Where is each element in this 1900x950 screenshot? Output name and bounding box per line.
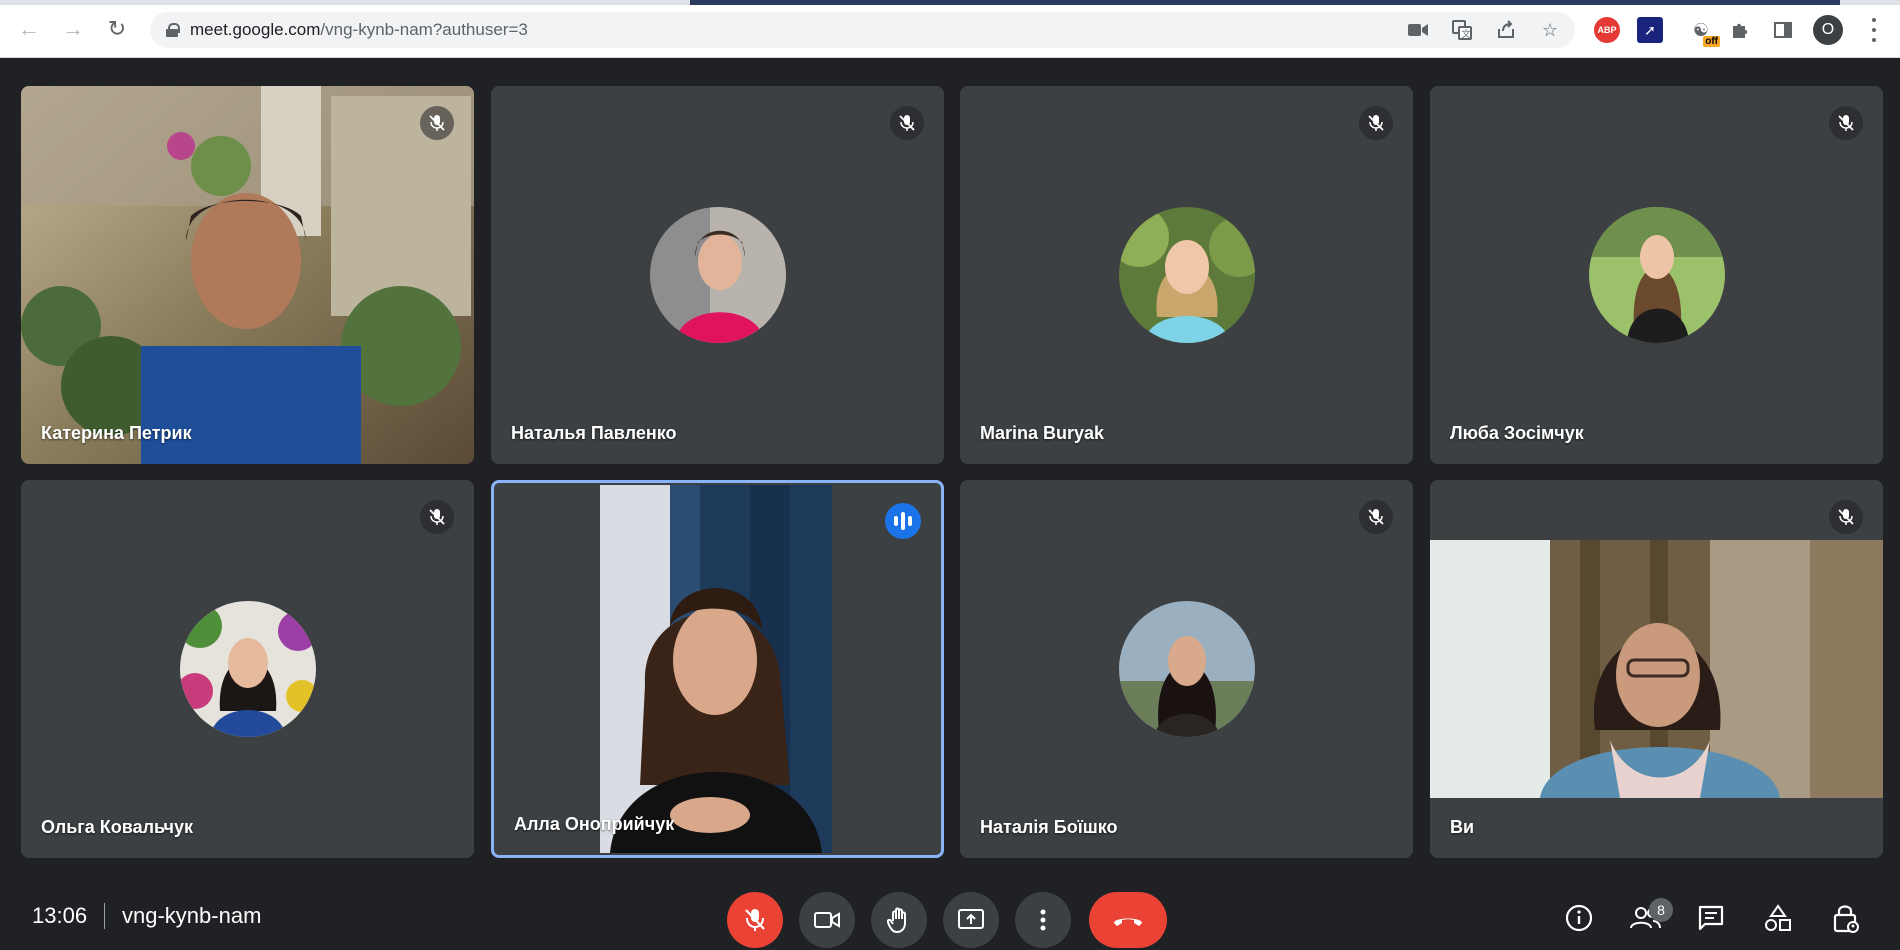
extension-off-badge: off xyxy=(1703,36,1720,47)
chat-icon xyxy=(1698,905,1724,931)
participant-video xyxy=(21,86,474,464)
participant-avatar xyxy=(649,207,786,343)
participant-avatar xyxy=(1118,601,1255,737)
cursor-extension-icon[interactable]: ➚ xyxy=(1637,17,1663,43)
participant-name: Ви xyxy=(1450,817,1475,837)
participant-tile[interactable]: Катерина Петрик xyxy=(21,86,474,464)
mic-off-icon xyxy=(1829,500,1863,534)
activities-icon xyxy=(1765,904,1791,931)
participant-tile-speaking[interactable]: Алла Оноприйчук xyxy=(491,480,944,858)
participant-name: Люба Зосімчук xyxy=(1450,423,1584,443)
hand-icon xyxy=(887,907,906,933)
leave-call-button[interactable] xyxy=(1089,892,1167,948)
share-icon[interactable] xyxy=(1494,18,1518,42)
speaking-indicator-icon xyxy=(885,503,921,539)
raise-hand-button[interactable] xyxy=(871,892,927,948)
participant-name: Наталія Боїшко xyxy=(980,817,1118,837)
participant-video xyxy=(600,485,832,853)
tab-strip xyxy=(0,0,1900,5)
participant-avatar xyxy=(1588,207,1725,343)
more-vert-icon xyxy=(1040,909,1046,931)
activities-button[interactable] xyxy=(1758,898,1798,938)
divider xyxy=(104,903,105,929)
participant-tile[interactable]: Наталья Павленко xyxy=(491,86,944,464)
chat-button[interactable] xyxy=(1691,898,1731,938)
mic-off-icon xyxy=(745,909,765,931)
extensions-puzzle-icon[interactable] xyxy=(1727,17,1753,43)
mic-off-icon xyxy=(420,106,454,140)
present-icon xyxy=(958,909,984,929)
translate-icon[interactable]: 文 xyxy=(1450,18,1474,42)
toggle-microphone-button[interactable] xyxy=(727,892,783,948)
hang-up-icon xyxy=(1114,918,1142,926)
self-tile[interactable]: Ви xyxy=(1430,480,1883,858)
toggle-camera-button[interactable] xyxy=(799,892,855,948)
mic-off-icon xyxy=(1359,500,1393,534)
people-button[interactable]: 8 xyxy=(1625,898,1673,938)
meeting-controls-bar: 13:06 vng-kynb-nam 8 xyxy=(0,880,1900,950)
participant-tile[interactable]: Люба Зосімчук xyxy=(1430,86,1883,464)
more-options-button[interactable] xyxy=(1015,892,1071,948)
present-screen-button[interactable] xyxy=(943,892,999,948)
meeting-clock: 13:06 xyxy=(32,903,88,928)
mic-off-icon xyxy=(420,500,454,534)
participant-name: Катерина Петрик xyxy=(41,423,192,443)
participant-name: Ольга Ковальчук xyxy=(41,817,193,837)
browser-menu-icon[interactable] xyxy=(1870,18,1878,42)
ghost-extension-icon[interactable]: ☯ off xyxy=(1688,17,1720,47)
profile-avatar[interactable]: O xyxy=(1813,15,1843,45)
participant-avatar xyxy=(1118,207,1255,343)
participant-tile[interactable]: Наталія Боїшко xyxy=(960,480,1413,858)
info-icon xyxy=(1565,904,1593,932)
side-panel-icon[interactable] xyxy=(1770,17,1796,43)
participant-tile[interactable]: Ольга Ковальчук xyxy=(21,480,474,858)
lock-person-icon xyxy=(1833,905,1859,933)
camera-in-use-icon[interactable] xyxy=(1406,18,1430,42)
participant-name: Алла Оноприйчук xyxy=(514,814,675,834)
meeting-code: vng-kynb-nam xyxy=(122,903,262,928)
active-tab-highlight xyxy=(690,0,1840,5)
camera-icon xyxy=(814,912,840,928)
bookmark-star-icon[interactable]: ☆ xyxy=(1538,18,1562,42)
url-path: /vng-kynb-nam?authuser=3 xyxy=(320,20,528,39)
url-host: meet.google.com xyxy=(190,20,321,39)
address-bar[interactable]: meet.google.com/vng-kynb-nam?authuser=3 xyxy=(150,12,1575,48)
mic-off-icon xyxy=(890,106,924,140)
adblock-extension-icon[interactable]: ABP xyxy=(1594,17,1620,43)
participant-name: Наталья Павленко xyxy=(511,423,677,443)
forward-arrow-icon[interactable]: → xyxy=(58,14,88,44)
svg-text:文: 文 xyxy=(1462,28,1471,40)
browser-toolbar: ← → ↻ meet.google.com/vng-kynb-nam?authu… xyxy=(0,0,1900,58)
reload-icon[interactable]: ↻ xyxy=(102,14,132,44)
participant-avatar xyxy=(179,601,316,737)
meeting-details-button[interactable] xyxy=(1559,898,1599,938)
lock-icon[interactable] xyxy=(166,23,180,37)
mic-off-icon xyxy=(1829,106,1863,140)
participant-count-badge: 8 xyxy=(1649,898,1673,922)
back-arrow-icon[interactable]: ← xyxy=(14,14,44,44)
participant-tile[interactable]: Marina Buryak xyxy=(960,86,1413,464)
host-controls-button[interactable] xyxy=(1826,898,1866,938)
mic-off-icon xyxy=(1359,106,1393,140)
self-video xyxy=(1430,540,1883,798)
participant-name: Marina Buryak xyxy=(980,423,1105,443)
